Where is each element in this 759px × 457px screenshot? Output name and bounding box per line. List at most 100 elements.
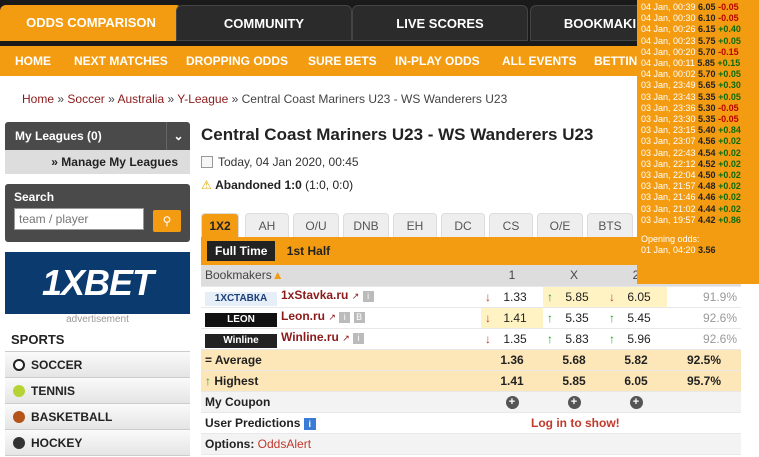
- history-time: 04 Jan, 00:11: [641, 58, 698, 69]
- tab-oe[interactable]: O/E: [537, 213, 583, 237]
- sport-label: TENNIS: [31, 384, 76, 398]
- bonus-icon[interactable]: B: [353, 311, 365, 323]
- tab-odds-comparison[interactable]: ODDS COMPARISON: [0, 5, 182, 41]
- arrow-down-icon: ↓: [609, 289, 615, 304]
- bookmaker-link[interactable]: Winline.ru: [281, 330, 339, 344]
- tab-dc[interactable]: DC: [441, 213, 485, 237]
- history-change: +0.40: [718, 24, 741, 35]
- tab-full-time[interactable]: Full Time: [207, 241, 276, 261]
- odds-cell[interactable]: ↓ 1.41: [481, 307, 543, 329]
- col-bookmakers[interactable]: Bookmakers▲: [201, 265, 481, 287]
- equals-icon: =: [205, 352, 213, 367]
- bookmaker-logo[interactable]: 1XСТАВКА: [205, 291, 277, 306]
- highest-2: 6.05: [605, 370, 667, 392]
- sport-tennis[interactable]: TENNIS: [5, 378, 190, 404]
- sport-label: SOCCER: [31, 358, 83, 372]
- odds-cell[interactable]: ↓ 1.35: [481, 328, 543, 350]
- add-to-coupon-1-icon[interactable]: +: [505, 396, 519, 409]
- tab-ou[interactable]: O/U: [293, 213, 339, 237]
- history-odds: 5.70: [698, 46, 719, 57]
- payout: 91.9%: [667, 286, 741, 308]
- average-row: = Average 1.36 5.68 5.82 92.5%: [201, 349, 741, 371]
- add-to-coupon-x-icon[interactable]: +: [567, 396, 581, 409]
- bookmaker-logo[interactable]: Winline: [205, 333, 277, 348]
- coupon-label: My Coupon: [201, 391, 481, 413]
- history-time: 03 Jan, 23:15: [641, 125, 699, 136]
- ad-label: advertisement: [66, 314, 129, 325]
- history-time: 03 Jan, 23:43: [641, 91, 699, 102]
- bookmaker-logo[interactable]: LEON: [205, 312, 277, 327]
- status-bold: Abandoned 1:0: [215, 178, 302, 192]
- odds-alert-link[interactable]: OddsAlert: [258, 437, 311, 451]
- payout: 92.6%: [667, 328, 741, 350]
- opening-odds-value: 3.56: [698, 245, 716, 256]
- odds-value: 1.41: [503, 310, 527, 325]
- odds-cell[interactable]: ↑ 5.96: [605, 328, 667, 350]
- history-odds: 5.35: [698, 91, 719, 102]
- nav-dropping-odds[interactable]: DROPPING ODDS: [186, 46, 288, 76]
- warning-icon: ⚠: [201, 178, 212, 192]
- tab-bts[interactable]: BTS: [587, 213, 633, 237]
- add-to-coupon-2-icon[interactable]: +: [629, 396, 643, 409]
- info-icon[interactable]: i: [303, 417, 316, 430]
- ad-banner[interactable]: 1XBET: [5, 252, 190, 314]
- sport-soccer[interactable]: SOCCER: [5, 352, 190, 378]
- info-icon[interactable]: i: [339, 311, 351, 323]
- odds-value: 1.33: [503, 289, 527, 304]
- tab-dnb[interactable]: DNB: [343, 213, 389, 237]
- history-row: 03 Jan, 21:46 4.46 +0.02: [641, 192, 755, 203]
- sport-hockey[interactable]: HOCKEY: [5, 430, 190, 456]
- odds-cell[interactable]: ↑ 5.85: [543, 286, 605, 308]
- highest-row: ↑ Highest 1.41 5.85 6.05 95.7%: [201, 370, 741, 392]
- odds-cell[interactable]: ↑ 5.35: [543, 307, 605, 329]
- history-row: 03 Jan, 22:04 4.50 +0.02: [641, 170, 755, 181]
- tab-1st-half[interactable]: 1st Half: [279, 241, 338, 261]
- col-x[interactable]: X: [543, 265, 605, 287]
- average-1: 1.36: [481, 349, 543, 371]
- info-icon[interactable]: i: [353, 332, 365, 344]
- nav-betting[interactable]: BETTIN: [594, 46, 637, 76]
- history-row: 04 Jan, 00:26 6.15 +0.40: [641, 24, 755, 35]
- tab-community[interactable]: COMMUNITY: [176, 5, 352, 41]
- odds-cell[interactable]: ↑ 5.45: [605, 307, 667, 329]
- search-icon: ⚲: [162, 214, 172, 228]
- sport-basketball[interactable]: BASKETBALL: [5, 404, 190, 430]
- history-time: 03 Jan, 23:30: [641, 114, 699, 125]
- nav-in-play-odds[interactable]: IN-PLAY ODDS: [395, 46, 480, 76]
- odds-cell[interactable]: ↑ 5.83: [543, 328, 605, 350]
- manage-leagues-link[interactable]: » Manage My Leagues: [5, 150, 190, 174]
- external-link-icon[interactable]: ↗: [342, 333, 350, 343]
- chevron-down-icon[interactable]: ⌄: [166, 122, 190, 150]
- search-button[interactable]: ⚲: [153, 210, 181, 232]
- tab-live-scores[interactable]: LIVE SCORES: [352, 5, 528, 41]
- nav-next-matches[interactable]: NEXT MATCHES: [74, 46, 168, 76]
- bookmaker-link[interactable]: 1xStavka.ru: [281, 288, 348, 302]
- nav-home[interactable]: HOME: [15, 46, 51, 76]
- search-input[interactable]: [14, 208, 144, 230]
- nav-sure-bets[interactable]: SURE BETS: [308, 46, 377, 76]
- my-leagues-header[interactable]: My Leagues (0) ⌄: [5, 122, 190, 150]
- breadcrumb-home[interactable]: Home: [22, 92, 54, 106]
- tab-ah[interactable]: AH: [245, 213, 289, 237]
- tab-1x2[interactable]: 1X2: [201, 213, 239, 237]
- odds-cell[interactable]: ↓ 1.33: [481, 286, 543, 308]
- arrow-up-icon: ↑: [547, 331, 553, 346]
- odds-cell[interactable]: ↓ 6.05: [605, 286, 667, 308]
- basketball-icon: [13, 411, 25, 423]
- breadcrumb-y-league[interactable]: Y-League: [177, 92, 228, 106]
- col-1[interactable]: 1: [481, 265, 543, 287]
- right-edge-strip: [748, 285, 759, 457]
- bookmaker-link[interactable]: Leon.ru: [281, 309, 325, 323]
- external-link-icon[interactable]: ↗: [328, 312, 336, 322]
- left-sidebar: My Leagues (0) ⌄ » Manage My Leagues Sea…: [5, 122, 190, 456]
- breadcrumb-australia[interactable]: Australia: [117, 92, 164, 106]
- tab-eh[interactable]: EH: [393, 213, 437, 237]
- external-link-icon[interactable]: ↗: [352, 291, 360, 301]
- tab-cs[interactable]: CS: [489, 213, 533, 237]
- info-icon[interactable]: i: [362, 290, 374, 302]
- history-time: 03 Jan, 22:12: [641, 158, 699, 169]
- history-odds: 5.70: [698, 69, 719, 80]
- nav-all-events[interactable]: ALL EVENTS: [502, 46, 576, 76]
- login-link[interactable]: Log in to show!: [481, 412, 741, 434]
- breadcrumb-soccer[interactable]: Soccer: [67, 92, 104, 106]
